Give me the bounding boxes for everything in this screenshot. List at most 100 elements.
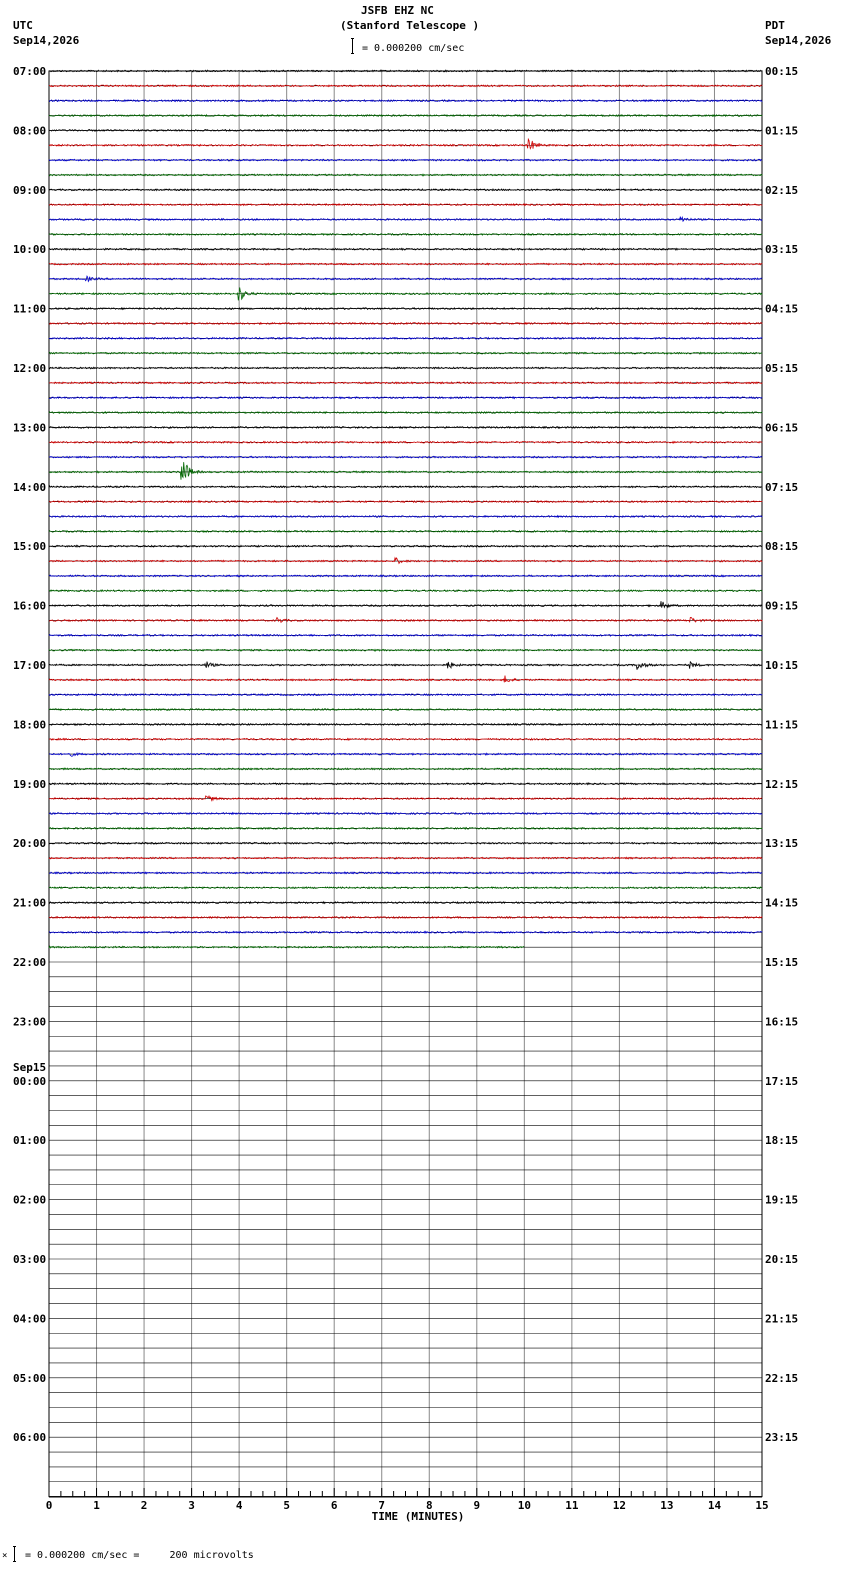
right-hour-label: 10:15	[765, 659, 798, 672]
x-tick-label: 14	[708, 1499, 722, 1512]
left-hour-label: 16:00	[13, 600, 46, 613]
right-hour-label: 03:15	[765, 243, 798, 256]
right-hour-label: 00:15	[765, 65, 798, 78]
right-hour-label: 14:15	[765, 897, 798, 910]
left-hour-label: 09:00	[13, 184, 46, 197]
x-tick-label: 11	[565, 1499, 579, 1512]
x-tick-label: 13	[660, 1499, 673, 1512]
left-hour-label: 05:00	[13, 1372, 46, 1385]
trace-group	[48, 69, 763, 949]
left-hour-label: 04:00	[13, 1312, 46, 1325]
right-hour-label: 04:15	[765, 303, 798, 316]
left-hour-label: 22:00	[13, 956, 46, 969]
right-hour-label: 11:15	[765, 718, 798, 731]
left-hour-label: 17:00	[13, 659, 46, 672]
right-hour-label: 02:15	[765, 184, 798, 197]
x-axis-label: TIME (MINUTES)	[372, 1510, 465, 1523]
trace-row	[48, 795, 763, 802]
x-tick-label: 6	[331, 1499, 338, 1512]
right-hour-label: 22:15	[765, 1372, 798, 1385]
trace-row	[48, 137, 763, 150]
left-hour-label: 03:00	[13, 1253, 46, 1266]
trace-row	[48, 425, 763, 430]
right-hour-label: 13:15	[765, 837, 798, 850]
x-tick-label: 1	[93, 1499, 100, 1512]
trace-row	[48, 574, 763, 578]
trace-row	[48, 216, 763, 223]
trace-row	[48, 247, 763, 252]
x-tick-label: 15	[755, 1499, 768, 1512]
right-hour-label: 09:15	[765, 600, 798, 613]
x-tick-label: 12	[613, 1499, 626, 1512]
trace-row	[48, 660, 763, 670]
right-hour-label: 07:15	[765, 481, 798, 494]
x-tick-label: 5	[283, 1499, 290, 1512]
left-hour-label: 02:00	[13, 1194, 46, 1207]
trace-row	[48, 544, 763, 548]
trace-row	[48, 462, 763, 480]
right-hour-label: 12:15	[765, 778, 798, 791]
trace-row	[48, 767, 763, 771]
right-hour-label: 08:15	[765, 540, 798, 553]
left-hour-label: 12:00	[13, 362, 46, 375]
right-hour-label: 19:15	[765, 1194, 798, 1207]
trace-row	[48, 98, 763, 103]
trace-row	[48, 128, 763, 133]
left-time-labels: 07:00 08:00 09:00 10:00 11:00 12:00 13:00 14:00…	[13, 65, 46, 1444]
trace-row	[48, 158, 763, 162]
left-hour-label: 10:00	[13, 243, 46, 256]
trace-row	[49, 841, 763, 845]
left-hour-label: 06:00	[13, 1431, 46, 1444]
x-tick-label: 2	[141, 1499, 148, 1512]
right-hour-label: 20:15	[765, 1253, 798, 1266]
left-hour-label: 20:00	[13, 837, 46, 850]
trace-row	[48, 930, 763, 935]
trace-row	[48, 782, 763, 786]
trace-row	[48, 366, 763, 370]
trace-row	[48, 707, 763, 712]
right-hour-label: 05:15	[765, 362, 798, 375]
left-hour-label: 01:00	[13, 1134, 46, 1147]
left-hour-label: 21:00	[13, 897, 46, 910]
x-tick-label: 4	[236, 1499, 243, 1512]
trace-row	[48, 616, 763, 624]
trace-row	[48, 529, 763, 534]
trace-row	[48, 202, 763, 207]
left-hour-label: 23:00	[13, 1015, 46, 1028]
x-axis: 0 1 2 3 4 5 6 7 8 9 10 11 12 13 14 15	[46, 1488, 769, 1512]
left-hour-label: 13:00	[13, 421, 46, 434]
x-tick-label: 10	[518, 1499, 531, 1512]
trace-row	[48, 556, 763, 565]
trace-row	[48, 232, 763, 237]
trace-row	[48, 499, 763, 504]
x-tick-label: 0	[46, 1499, 53, 1512]
trace-row	[49, 737, 763, 741]
trace-row	[48, 381, 763, 385]
trace-row	[48, 336, 763, 341]
left-hour-label: 14:00	[13, 481, 46, 494]
right-hour-label: 21:15	[765, 1312, 798, 1325]
trace-row	[48, 321, 763, 326]
right-time-labels: 00:15 01:15 02:15 03:15 04:15 05:15 06:15 07:15…	[765, 65, 798, 1444]
left-hour-label: 00:00	[13, 1075, 46, 1088]
right-hour-label: 15:15	[765, 956, 798, 969]
trace-row	[48, 601, 763, 609]
trace-row	[48, 173, 763, 177]
right-hour-label: 18:15	[765, 1134, 798, 1147]
right-hour-label: 06:15	[765, 421, 798, 434]
left-hour-label: 08:00	[13, 124, 46, 137]
left-hour-label: 07:00	[13, 65, 46, 78]
trace-row	[48, 410, 763, 415]
trace-row	[48, 440, 763, 444]
x-tick-label: 9	[473, 1499, 480, 1512]
left-hour-label: 11:00	[13, 303, 46, 316]
seismogram-chart: 07:00 08:00 09:00 10:00 11:00 12:00 13:00 14:00…	[13, 65, 798, 1523]
x-tick-label: 3	[188, 1499, 195, 1512]
trace-row	[48, 275, 763, 283]
right-hour-label: 16:15	[765, 1015, 798, 1028]
trace-row	[48, 751, 763, 757]
left-hour-label: 19:00	[13, 778, 46, 791]
right-hour-label: 17:15	[765, 1075, 798, 1088]
trace-row	[48, 811, 763, 816]
left-hour-label: 18:00	[13, 718, 46, 731]
